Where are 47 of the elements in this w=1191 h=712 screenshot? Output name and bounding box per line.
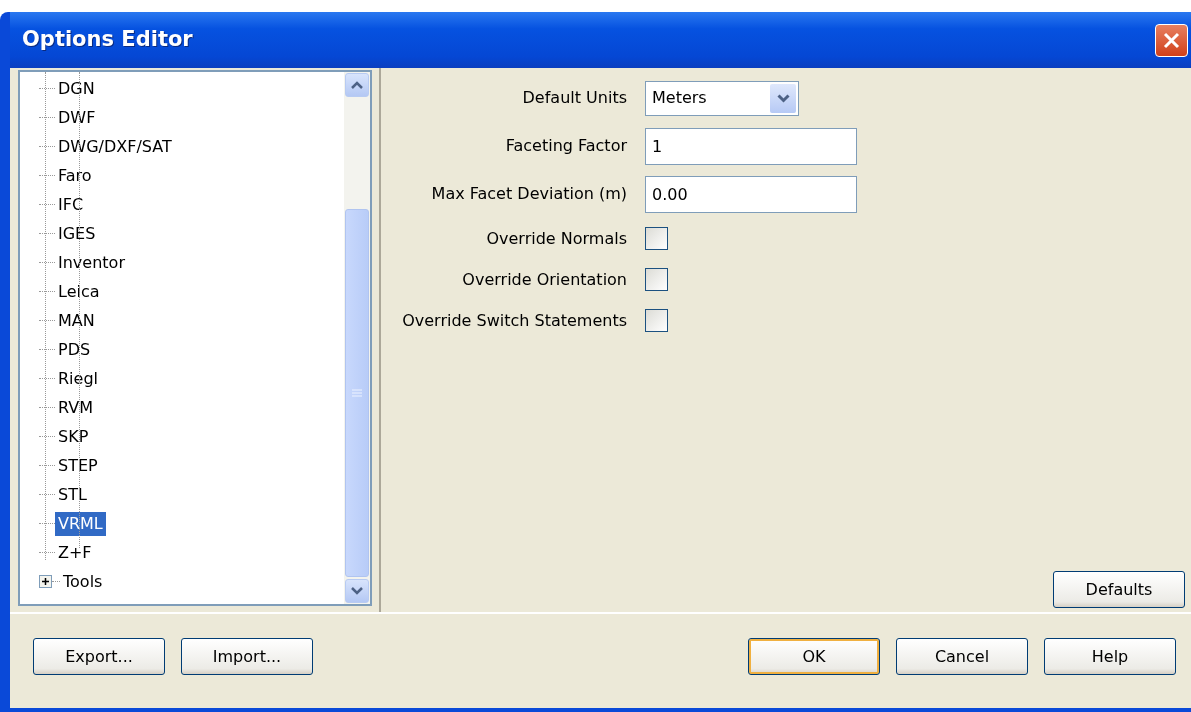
scrollbar[interactable] [344,72,370,604]
checkbox[interactable] [645,309,668,332]
tree-item[interactable]: IGES [55,221,99,246]
dialog-button[interactable]: Help [1044,638,1176,675]
window-title: Options Editor [22,26,193,54]
tree-item[interactable]: STEP [55,453,101,478]
field-label: Override Switch Statements [401,309,628,332]
close-button[interactable] [1155,23,1188,57]
tree-item[interactable]: DWF [55,105,99,130]
tree-item[interactable]: RVM [55,395,96,420]
tree-item[interactable]: Tools [60,569,106,594]
tree-item[interactable]: Inventor [55,250,128,275]
footer-button[interactable]: Import... [181,638,313,675]
checkbox[interactable] [645,227,668,250]
tree-item[interactable]: PDS [55,337,94,362]
dialog-button[interactable]: OK [748,638,880,675]
input-field[interactable]: 1 [645,127,857,165]
tree-item[interactable]: STL [55,482,90,507]
expand-icon[interactable] [39,575,52,588]
grip-icon [352,389,362,397]
tree-item[interactable]: Riegl [55,366,101,391]
scroll-thumb[interactable] [345,209,369,577]
chevron-down-icon [351,587,363,595]
tree-item[interactable]: IFC [55,192,87,217]
chevron-down-icon [776,93,790,103]
checkbox[interactable] [645,268,668,291]
dialog-button[interactable]: Cancel [896,638,1028,675]
scroll-up-button[interactable] [345,73,369,97]
tree-item[interactable]: DGN [55,76,98,101]
tree-item[interactable]: Leica [55,279,103,304]
units-dropdown[interactable]: Meters [645,80,799,116]
tree-item[interactable]: MAN [55,308,98,333]
tree-item[interactable]: SKP [55,424,92,449]
scroll-down-button[interactable] [345,579,369,603]
field-label: Default Units [521,87,628,109]
field-label: Faceting Factor [504,135,628,157]
tree-item[interactable]: DWG/DXF/SAT [55,134,175,159]
chevron-up-icon [351,81,363,89]
tree-item[interactable]: Faro [55,163,95,188]
field-label: Override Normals [485,227,628,250]
defaults-button[interactable]: Defaults [1053,571,1185,608]
input-field[interactable]: 0.00 [645,175,857,213]
footer-button[interactable]: Export... [33,638,165,675]
field-label: Max Facet Deviation (m) [430,183,628,205]
field-label: Override Orientation [461,268,628,291]
tree-item[interactable]: VRML [55,511,106,536]
tree-item[interactable]: Z+F [55,540,95,565]
